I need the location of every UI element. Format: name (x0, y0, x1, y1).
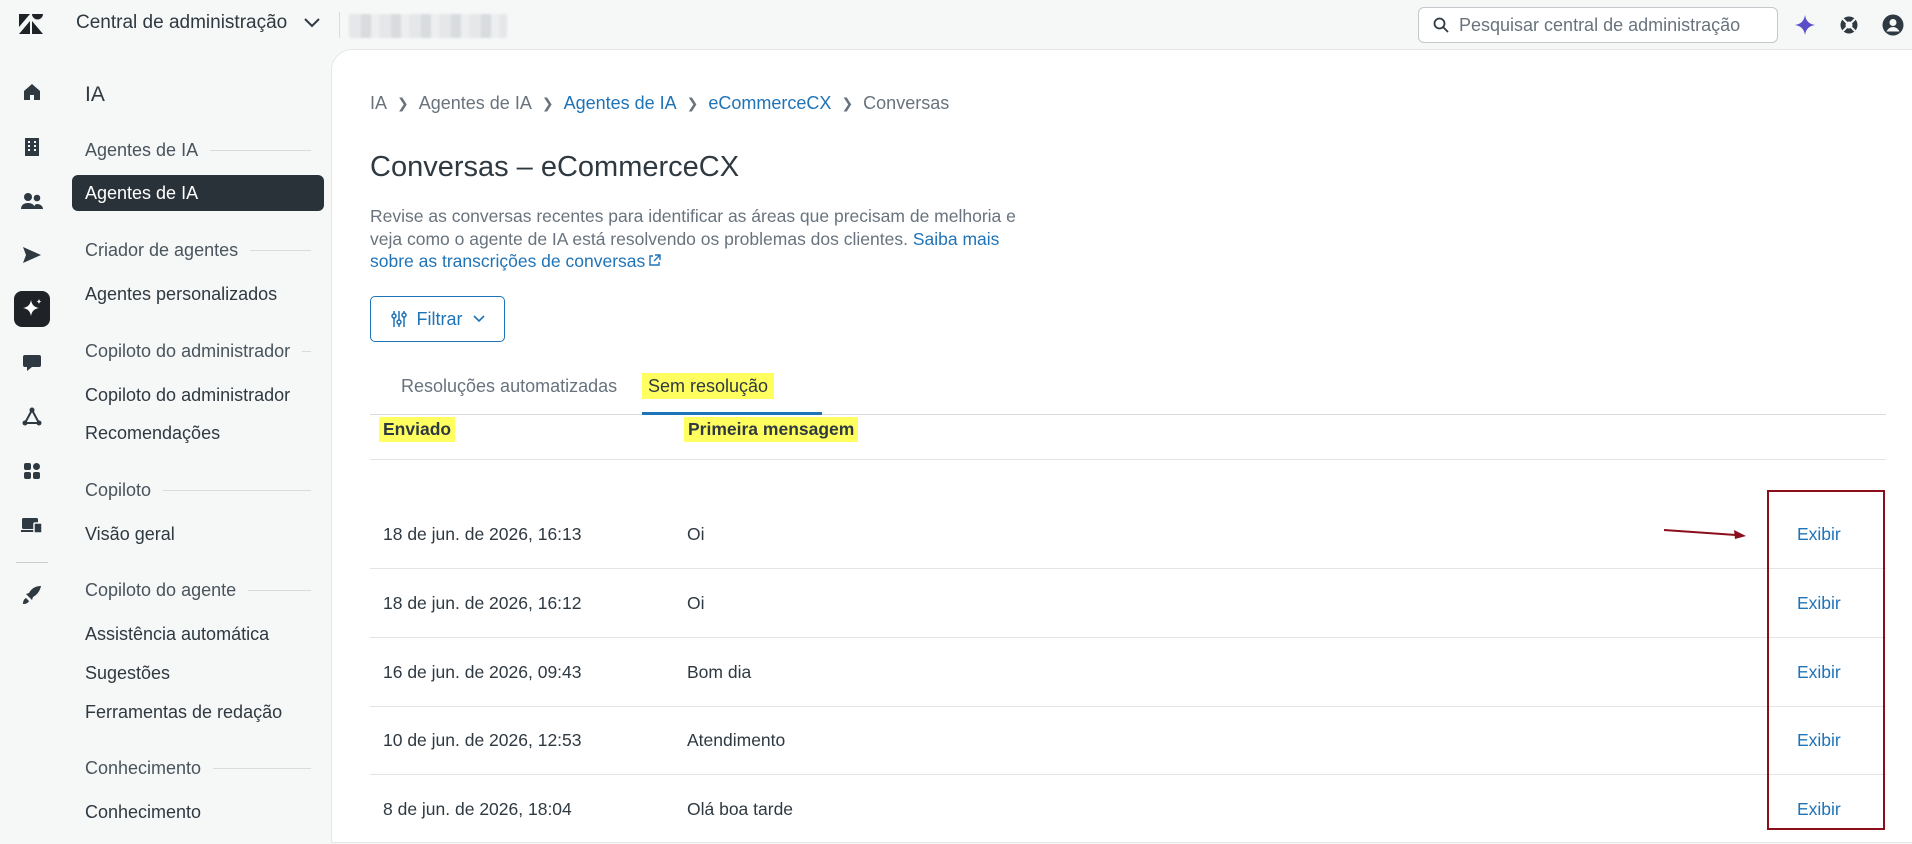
breadcrumb-item: IA (370, 93, 388, 113)
table-row: 18 de jun. de 2026, 16:13 Oi Exibir (370, 500, 1886, 569)
ai-sparkle-icon[interactable] (1794, 14, 1816, 36)
chevron-down-icon (472, 315, 485, 323)
nav-section-heading: Copiloto (85, 480, 311, 501)
page-description: Revise as conversas recentes para identi… (370, 205, 1040, 273)
table-row: 10 de jun. de 2026, 12:53 Atendimento Ex… (370, 706, 1886, 775)
account-name-redacted (349, 14, 507, 38)
nav-item-sugestoes[interactable]: Sugestões (85, 663, 170, 684)
tab-list: Resoluções automatizadas Sem resolução (370, 370, 1886, 415)
table-row: 8 de jun. de 2026, 18:04 Olá boa tarde E… (370, 775, 1886, 844)
send-icon[interactable] (14, 237, 50, 273)
table-row: 16 de jun. de 2026, 09:43 Bom dia Exibir (370, 638, 1886, 707)
cell-sent: 18 de jun. de 2026, 16:13 (383, 524, 582, 544)
search-input[interactable]: Pesquisar central de administração (1418, 7, 1778, 43)
nav-item-conhecimento[interactable]: Conhecimento (85, 802, 201, 823)
cell-first-message: Oi (687, 524, 705, 544)
devices-icon[interactable] (14, 507, 50, 543)
external-link-icon (649, 254, 661, 266)
nav-title: IA (85, 83, 105, 106)
page-title: Conversas – eCommerceCX (370, 151, 740, 183)
filter-label: Filtrar (416, 308, 463, 329)
search-placeholder: Pesquisar central de administração (1459, 14, 1741, 35)
chevron-right-icon: ❯ (841, 95, 854, 111)
nav-section-heading: Copiloto do agente (85, 580, 311, 601)
left-rail (0, 50, 64, 842)
sliders-icon (390, 311, 407, 327)
table-header: Enviado Primeira mensagem (370, 410, 1886, 460)
sparkle-icon[interactable] (14, 291, 50, 327)
table-row: 18 de jun. de 2026, 16:12 Oi Exibir (370, 569, 1886, 638)
breadcrumb-link[interactable]: Agentes de IA (564, 93, 677, 114)
nav-section-heading: Copiloto do administrador (85, 341, 311, 362)
breadcrumb-current: Conversas (863, 93, 950, 113)
cell-first-message: Oi (687, 593, 705, 613)
tab-resolucoes-automatizadas[interactable]: Resoluções automatizadas (401, 376, 617, 397)
help-lifebuoy-icon[interactable] (1838, 14, 1860, 36)
home-icon[interactable] (14, 74, 50, 110)
chevron-right-icon: ❯ (686, 95, 699, 111)
cell-sent: 8 de jun. de 2026, 18:04 (383, 799, 572, 819)
nav-item-assistencia-automatica[interactable]: Assistência automática (85, 624, 269, 645)
product-name: Central de administração (76, 12, 288, 33)
filter-button[interactable]: Filtrar (370, 296, 505, 342)
cell-sent: 16 de jun. de 2026, 09:43 (383, 662, 582, 682)
column-header-primeira-mensagem[interactable]: Primeira mensagem (684, 417, 859, 442)
divider (339, 12, 340, 38)
people-icon[interactable] (14, 183, 50, 219)
cell-sent: 18 de jun. de 2026, 16:12 (383, 593, 582, 613)
cell-first-message: Olá boa tarde (687, 799, 794, 819)
search-icon (1433, 17, 1449, 33)
column-header-enviado[interactable]: Enviado (379, 417, 456, 442)
chat-icon[interactable] (14, 345, 50, 381)
breadcrumb-link[interactable]: eCommerceCX (708, 93, 831, 114)
cell-sent: 10 de jun. de 2026, 12:53 (383, 730, 582, 750)
rail-divider (16, 562, 48, 563)
chevron-right-icon: ❯ (397, 95, 409, 111)
secondary-nav: IA Agentes de IA Agentes de IA Criador d… (64, 50, 332, 842)
user-avatar-icon[interactable] (1882, 14, 1904, 36)
chevron-down-icon (304, 18, 320, 28)
nav-item-visao-geral[interactable]: Visão geral (85, 524, 175, 545)
cell-first-message: Bom dia (687, 662, 752, 682)
nav-item-recomendacoes[interactable]: Recomendações (85, 423, 220, 444)
rocket-icon[interactable] (14, 577, 50, 613)
tab-sem-resolucao[interactable]: Sem resolução (642, 373, 775, 399)
building-icon[interactable] (14, 129, 50, 165)
nav-section-heading: Agentes de IA (85, 140, 311, 161)
annotation-arrow-icon (1663, 529, 1746, 539)
nav-section-heading: Conhecimento (85, 758, 311, 779)
nav-item-agentes-personalizados[interactable]: Agentes personalizados (85, 284, 277, 305)
triangle-nodes-icon[interactable] (14, 399, 50, 435)
zendesk-logo-icon[interactable] (18, 13, 44, 37)
nav-item-agentes-de-ia[interactable]: Agentes de IA (72, 175, 324, 211)
product-switcher[interactable]: Central de administração (76, 12, 321, 34)
annotation-highlight-box (1767, 490, 1885, 830)
chevron-right-icon: ❯ (541, 95, 554, 111)
nav-item-copiloto-do-administrador[interactable]: Copiloto do administrador (85, 385, 290, 406)
breadcrumb-item: Agentes de IA (418, 93, 532, 113)
nav-section-heading: Criador de agentes (85, 240, 311, 261)
apps-icon[interactable] (14, 453, 50, 489)
cell-first-message: Atendimento (687, 730, 786, 750)
nav-item-ferramentas-de-redacao[interactable]: Ferramentas de redação (85, 702, 282, 723)
breadcrumb: IA ❯ Agentes de IA ❯ Agentes de IA ❯ eCo… (370, 93, 949, 114)
top-bar: Central de administração Pesquisar centr… (0, 0, 1912, 50)
